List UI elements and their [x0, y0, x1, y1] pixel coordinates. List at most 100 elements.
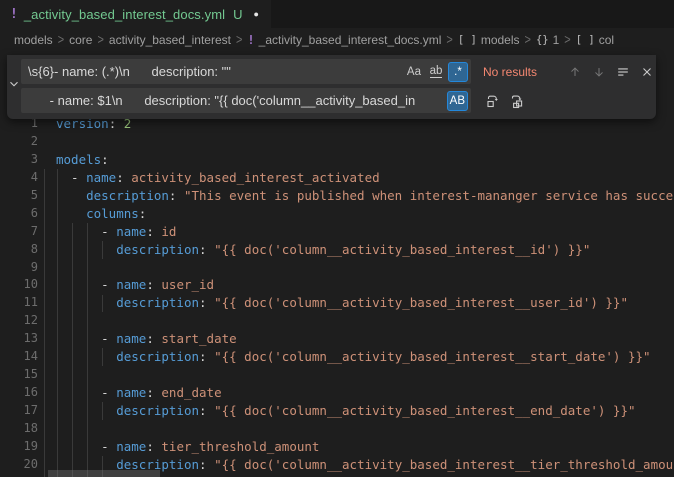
breadcrumb-item[interactable]: models: [14, 33, 53, 47]
yaml-icon: !: [247, 33, 254, 47]
toggle-replace-button[interactable]: [7, 59, 21, 113]
code-line[interactable]: 9: [0, 259, 674, 277]
code-line-text: - name: id: [38, 223, 176, 241]
line-number[interactable]: 8: [0, 241, 38, 259]
breadcrumb-item[interactable]: ! _activity_based_interest_docs.yml: [247, 33, 441, 47]
breadcrumb-item[interactable]: core: [69, 33, 92, 47]
replace-all-icon: [509, 93, 525, 109]
replace-input[interactable]: - name: $1\n description: "{{ doc('colum…: [21, 88, 471, 113]
chevron-right-icon: >: [525, 33, 531, 48]
regex-button[interactable]: .*: [448, 62, 468, 82]
match-case-button[interactable]: Aa: [404, 62, 424, 82]
line-number[interactable]: 9: [0, 259, 38, 277]
code-line-text: - name: user_id: [38, 276, 214, 294]
line-number[interactable]: 7: [0, 223, 38, 241]
code-line-text: columns:: [38, 205, 146, 223]
tab-active[interactable]: ! _activity_based_interest_docs.yml U ●: [0, 0, 271, 28]
code-line-text: [38, 420, 56, 438]
line-number[interactable]: 4: [0, 169, 38, 187]
line-number[interactable]: 13: [0, 330, 38, 348]
code-line-text: - name: activity_based_interest_activate…: [38, 169, 380, 187]
line-number[interactable]: 19: [0, 438, 38, 456]
code-line[interactable]: 12: [0, 312, 674, 330]
chevron-right-icon: >: [236, 33, 242, 48]
find-input-value: \s{6}- name: (.*)\n description: "": [28, 64, 402, 79]
line-number[interactable]: 15: [0, 366, 38, 384]
breadcrumb-item[interactable]: {}1: [536, 33, 559, 47]
line-number[interactable]: 3: [0, 151, 38, 169]
git-status-badge: U: [233, 7, 242, 22]
line-number[interactable]: 12: [0, 312, 38, 330]
close-find-button[interactable]: [637, 62, 657, 82]
code-line[interactable]: 17 description: "{{ doc('column__activit…: [0, 402, 674, 420]
code-line[interactable]: 14 description: "{{ doc('column__activit…: [0, 348, 674, 366]
code-line[interactable]: 16 - name: end_date: [0, 384, 674, 402]
code-line-text: models:: [38, 151, 109, 169]
line-number[interactable]: 6: [0, 205, 38, 223]
line-number[interactable]: 17: [0, 402, 38, 420]
replace-row: - name: $1\n description: "{{ doc('colum…: [21, 88, 657, 113]
code-line[interactable]: 6 columns:: [0, 205, 674, 223]
whole-word-button[interactable]: ab: [426, 62, 446, 82]
modified-dot-icon[interactable]: ●: [254, 9, 259, 19]
code-line[interactable]: 2: [0, 133, 674, 151]
code-line[interactable]: 18: [0, 420, 674, 438]
code-line[interactable]: 19 - name: tier_threshold_amount: [0, 438, 674, 456]
line-number[interactable]: 11: [0, 294, 38, 312]
chevron-right-icon: >: [97, 33, 103, 48]
chevron-right-icon: >: [564, 33, 570, 48]
breadcrumb-item[interactable]: [ ]models: [458, 33, 520, 47]
code-line[interactable]: 15: [0, 366, 674, 384]
breadcrumb-label: _activity_based_interest_docs.yml: [259, 33, 442, 47]
line-number[interactable]: 16: [0, 384, 38, 402]
line-number[interactable]: 5: [0, 187, 38, 205]
breadcrumb-item[interactable]: activity_based_interest: [109, 33, 231, 47]
find-in-selection-button[interactable]: [613, 62, 633, 82]
line-number[interactable]: 18: [0, 420, 38, 438]
replace-icon: [485, 93, 501, 109]
code-line[interactable]: 11 description: "{{ doc('column__activit…: [0, 294, 674, 312]
code-line[interactable]: 10 - name: user_id: [0, 276, 674, 294]
breadcrumb-item[interactable]: [ ]col: [576, 33, 614, 47]
line-number[interactable]: 20: [0, 456, 38, 474]
find-input[interactable]: \s{6}- name: (.*)\n description: "" Aa a…: [21, 59, 471, 84]
yaml-file-icon: !: [10, 7, 18, 22]
code-line[interactable]: 8 description: "{{ doc('column__activity…: [0, 241, 674, 259]
code-line-text: - name: end_date: [38, 384, 222, 402]
code-line[interactable]: 4 - name: activity_based_interest_activa…: [0, 169, 674, 187]
code-line[interactable]: 5 description: "This event is published …: [0, 187, 674, 205]
symbol-array-icon: [ ]: [458, 34, 477, 46]
line-number[interactable]: 2: [0, 133, 38, 151]
code-line-text: description: "{{ doc('column__activity_b…: [38, 348, 651, 366]
replace-button[interactable]: [483, 91, 503, 111]
line-number[interactable]: 14: [0, 348, 38, 366]
breadcrumb-label: models: [14, 33, 53, 47]
code-line-text: description: "This event is published wh…: [38, 187, 674, 205]
arrow-up-icon: [568, 65, 582, 79]
breadcrumb-label: activity_based_interest: [109, 33, 231, 47]
find-widget: \s{6}- name: (.*)\n description: "" Aa a…: [7, 55, 656, 119]
code-line-text: - name: tier_threshold_amount: [38, 438, 319, 456]
breadcrumb-label: col: [599, 33, 614, 47]
chevron-down-icon: [7, 77, 21, 96]
code-line-text: description: "{{ doc('column__activity_b…: [38, 294, 628, 312]
preserve-case-button[interactable]: AB: [447, 91, 468, 111]
line-number[interactable]: 10: [0, 276, 38, 294]
chevron-right-icon: >: [58, 33, 64, 48]
code-area[interactable]: 1version: 223models:4 - name: activity_b…: [0, 115, 674, 474]
replace-all-button[interactable]: [507, 91, 527, 111]
find-row: \s{6}- name: (.*)\n description: "" Aa a…: [21, 59, 657, 84]
close-icon: [640, 65, 654, 79]
code-line-text: - name: start_date: [38, 330, 237, 348]
code-line[interactable]: 13 - name: start_date: [0, 330, 674, 348]
code-line[interactable]: 3models:: [0, 151, 674, 169]
code-line[interactable]: 7 - name: id: [0, 223, 674, 241]
find-results-status: No results: [483, 65, 555, 79]
breadcrumb-label: core: [69, 33, 92, 47]
horizontal-scrollbar[interactable]: [48, 470, 160, 477]
previous-match-button[interactable]: [565, 62, 585, 82]
arrow-down-icon: [592, 65, 606, 79]
chevron-right-icon: >: [446, 33, 452, 48]
selection-lines-icon: [616, 65, 630, 79]
next-match-button[interactable]: [589, 62, 609, 82]
